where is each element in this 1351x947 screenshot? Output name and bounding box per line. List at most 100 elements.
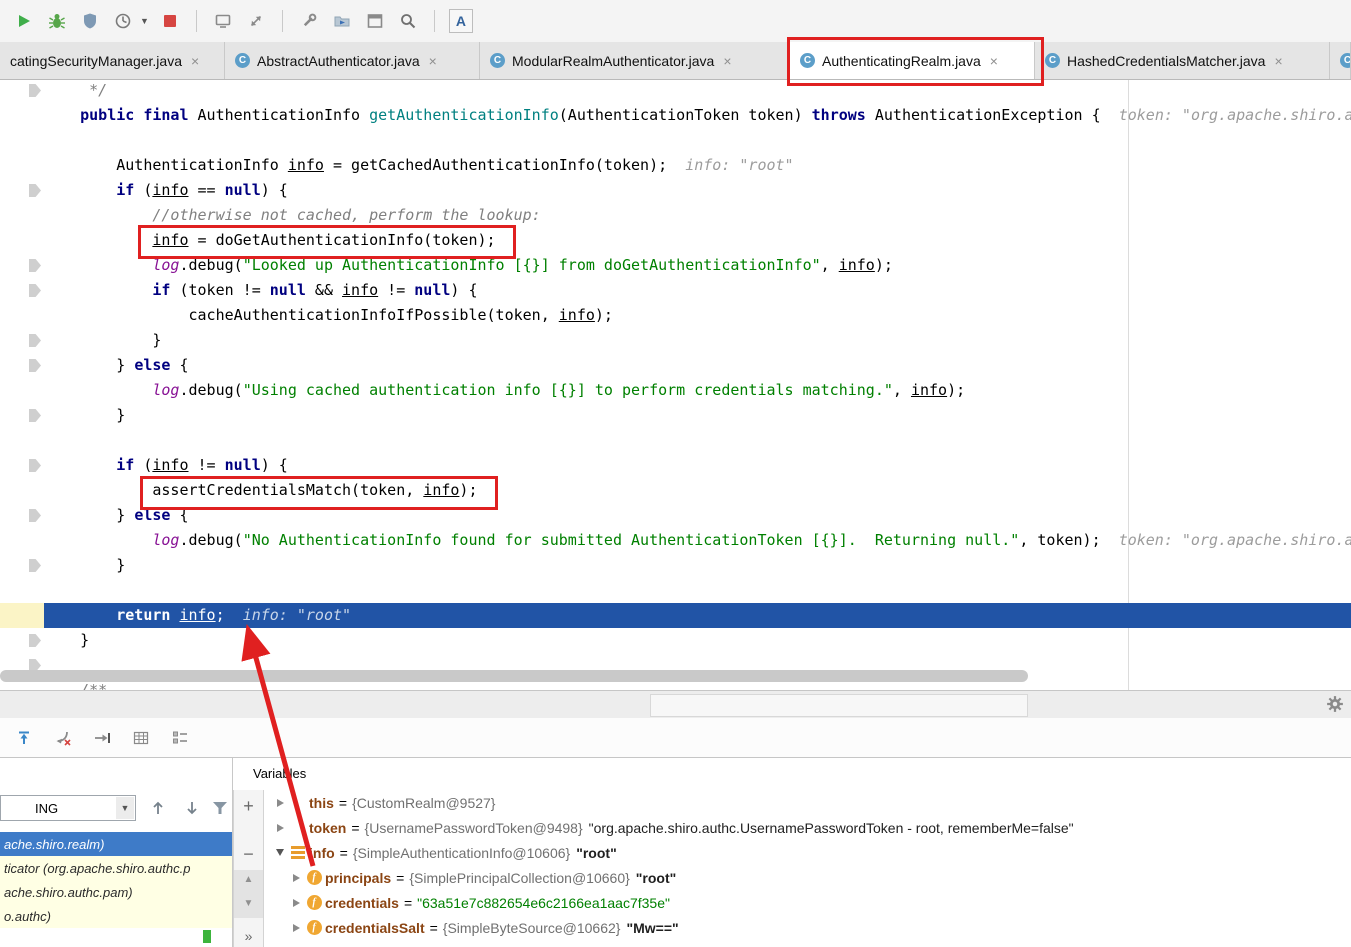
fold-marker-icon[interactable] xyxy=(29,184,41,197)
tab-label: catingSecurityManager.java xyxy=(10,53,182,69)
code-line[interactable]: } xyxy=(44,553,1351,578)
code-area[interactable]: */ public final AuthenticationInfo getAu… xyxy=(44,80,1351,690)
field-icon: f xyxy=(303,870,325,885)
variable-value: "root" xyxy=(576,845,617,861)
variables-header: Variables xyxy=(233,758,1351,790)
build-wrench-button[interactable] xyxy=(297,9,321,33)
code-line[interactable]: } xyxy=(44,628,1351,653)
variable-reference: {UsernamePasswordToken@9498} xyxy=(365,820,583,836)
frame-row[interactable]: ache.shiro.realm) xyxy=(0,832,232,856)
code-line[interactable] xyxy=(44,578,1351,603)
run-button[interactable] xyxy=(12,9,36,33)
execution-line[interactable]: return info; info: "root" xyxy=(44,603,1351,628)
coverage-button[interactable] xyxy=(78,9,102,33)
tab-abstractauthenticator-java[interactable]: CAbstractAuthenticator.java× xyxy=(225,42,480,79)
code-line[interactable]: cacheAuthenticationInfoIfPossible(token,… xyxy=(44,303,1351,328)
close-icon[interactable]: × xyxy=(1274,53,1282,69)
expand-triangle-icon[interactable] xyxy=(289,924,303,932)
close-icon[interactable]: × xyxy=(723,53,731,69)
fold-marker-icon[interactable] xyxy=(29,634,41,647)
variable-row-credentialssalt[interactable]: fcredentialsSalt={SimpleByteSource@10662… xyxy=(265,915,1351,940)
view-as-grid-button[interactable] xyxy=(129,726,153,750)
chevron-down-icon[interactable]: ▼ xyxy=(116,797,134,819)
splitter-handle[interactable] xyxy=(650,694,1028,717)
frames-list: ache.shiro.realm)ticator (org.apache.shi… xyxy=(0,832,232,928)
code-line[interactable] xyxy=(44,428,1351,453)
code-line[interactable]: if (token != null && info != null) { xyxy=(44,278,1351,303)
variable-value: "63a51e7c882654e6c2166ea1aac7f35e" xyxy=(417,895,670,911)
close-icon[interactable]: × xyxy=(429,53,437,69)
run-to-cursor-button[interactable] xyxy=(90,726,114,750)
expand-triangle-icon[interactable] xyxy=(289,899,303,907)
window-preview-button[interactable] xyxy=(363,9,387,33)
class-icon: C xyxy=(235,53,250,68)
fold-marker-icon[interactable] xyxy=(29,259,41,272)
code-line[interactable]: } else { xyxy=(44,353,1351,378)
status-indicator xyxy=(203,930,211,943)
fold-marker-icon[interactable] xyxy=(29,359,41,372)
profiler-button[interactable] xyxy=(111,9,135,33)
sync-folder-button[interactable] xyxy=(330,9,354,33)
frame-row[interactable]: o.authc) xyxy=(0,904,232,928)
code-line[interactable]: AuthenticationInfo info = getCachedAuthe… xyxy=(44,153,1351,178)
show-execution-point-button[interactable] xyxy=(12,726,36,750)
code-line[interactable]: if (info == null) { xyxy=(44,178,1351,203)
variable-row-info[interactable]: info={SimpleAuthenticationInfo@10606}"ro… xyxy=(265,840,1351,865)
debug-bug-button[interactable] xyxy=(45,9,69,33)
collapse-triangle-icon[interactable] xyxy=(273,849,287,856)
close-icon[interactable]: × xyxy=(191,53,199,69)
more-chevron-button[interactable]: » xyxy=(234,928,263,944)
frame-up-button[interactable] xyxy=(146,797,170,819)
chevron-down-icon[interactable]: ▼ xyxy=(140,16,149,26)
expand-triangle-icon[interactable] xyxy=(273,799,287,807)
fold-marker-icon[interactable] xyxy=(29,84,41,97)
add-watch-button[interactable]: + xyxy=(234,796,263,817)
code-line[interactable]: */ xyxy=(44,80,1351,103)
remove-watch-button[interactable]: − xyxy=(234,844,263,865)
tab-hashedcredentialsmatcher-java[interactable]: CHashedCredentialsMatcher.java× xyxy=(1035,42,1330,79)
thread-dropdown[interactable]: ING ▼ xyxy=(0,795,136,821)
fold-marker-icon[interactable] xyxy=(29,284,41,297)
fold-marker-icon[interactable] xyxy=(29,559,41,572)
expand-triangle-icon[interactable] xyxy=(289,874,303,882)
expand-triangle-icon[interactable] xyxy=(273,824,287,832)
code-line[interactable] xyxy=(44,128,1351,153)
layout-options-button[interactable] xyxy=(168,726,192,750)
variable-row-credentials[interactable]: fcredentials="63a51e7c882654e6c2166ea1aa… xyxy=(265,890,1351,915)
variables-scrollbar[interactable]: ▲ ▼ xyxy=(234,870,263,918)
frame-down-button[interactable] xyxy=(180,797,204,819)
fold-marker-icon[interactable] xyxy=(29,459,41,472)
screenshot-button[interactable] xyxy=(211,9,235,33)
font-settings-button[interactable]: A xyxy=(449,9,473,33)
variable-name: credentials xyxy=(325,895,399,911)
fold-marker-icon[interactable] xyxy=(29,409,41,422)
tab-modularrealmauthenticator-java[interactable]: CModularRealmAuthenticator.java× xyxy=(480,42,790,79)
code-line[interactable]: } xyxy=(44,328,1351,353)
variable-row-principals[interactable]: fprincipals={SimplePrincipalCollection@1… xyxy=(265,865,1351,890)
horizontal-scrollbar[interactable] xyxy=(0,670,1028,682)
code-line[interactable]: log.debug("No AuthenticationInfo found f… xyxy=(44,528,1351,553)
tab-catingsecuritymanager-java[interactable]: catingSecurityManager.java × xyxy=(0,42,225,79)
fold-marker-icon[interactable] xyxy=(29,509,41,522)
scroll-down-icon[interactable]: ▼ xyxy=(234,898,263,909)
scroll-up-icon[interactable]: ▲ xyxy=(234,874,263,885)
search-button[interactable] xyxy=(396,9,420,33)
code-line[interactable]: log.debug("Using cached authentication i… xyxy=(44,378,1351,403)
variable-row-token[interactable]: token={UsernamePasswordToken@9498}"org.a… xyxy=(265,815,1351,840)
frame-row[interactable]: ache.shiro.authc.pam) xyxy=(0,880,232,904)
class-icon: C xyxy=(1045,53,1060,68)
code-editor[interactable]: */ public final AuthenticationInfo getAu… xyxy=(0,80,1351,690)
tab-partial[interactable]: C xyxy=(1330,42,1351,79)
scale-button[interactable] xyxy=(244,9,268,33)
filter-funnel-icon[interactable] xyxy=(208,797,232,819)
code-line[interactable]: if (info != null) { xyxy=(44,453,1351,478)
variable-row-this[interactable]: this={CustomRealm@9527} xyxy=(265,790,1351,815)
code-line[interactable]: public final AuthenticationInfo getAuthe… xyxy=(44,103,1351,128)
drop-frame-button[interactable] xyxy=(51,726,75,750)
code-line[interactable]: } xyxy=(44,403,1351,428)
frame-row[interactable]: ticator (org.apache.shiro.authc.p xyxy=(0,856,232,880)
fold-marker-icon[interactable] xyxy=(29,334,41,347)
toolbar-separator xyxy=(282,10,283,32)
gear-icon[interactable] xyxy=(1326,695,1344,713)
stop-button[interactable] xyxy=(158,9,182,33)
